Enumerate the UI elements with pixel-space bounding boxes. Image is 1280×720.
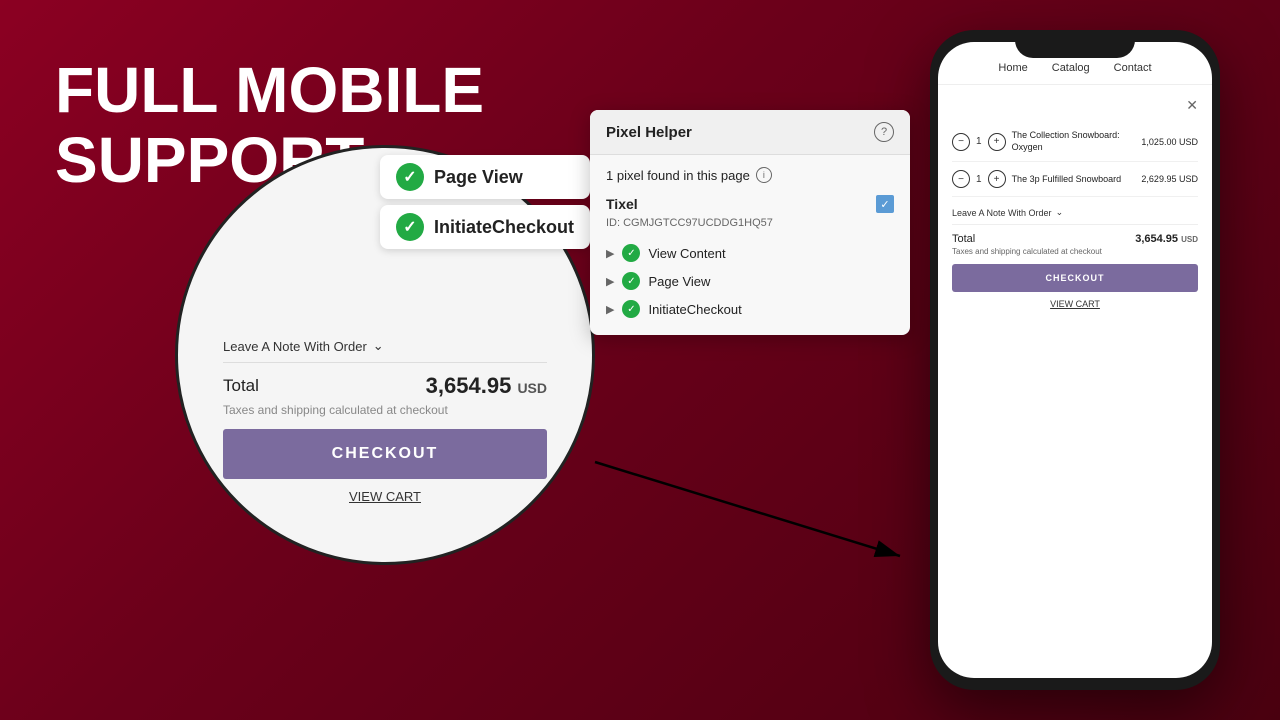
phone-screen: Home Catalog Contact ✕ − 1 + The Collect… (938, 42, 1212, 678)
pixel-info-icon[interactable]: i (756, 167, 772, 183)
circle-tax-note: Taxes and shipping calculated at checkou… (223, 403, 547, 417)
event-badge-label: InitiateCheckout (434, 217, 574, 238)
leave-note-text: Leave A Note With Order (952, 208, 1052, 218)
circle-view-cart[interactable]: VIEW CART (223, 479, 547, 514)
pixel-helper-title: Pixel Helper (606, 124, 692, 141)
phone-tax-note: Taxes and shipping calculated at checkou… (952, 247, 1198, 256)
cart-item: − 1 + The 3p Fulfilled Snowboard 2,629.9… (952, 162, 1198, 197)
phone-total-label: Total (952, 233, 975, 245)
tixel-row: Tixel ✓ (606, 195, 894, 213)
cart-item-price: 1,025.00 USD (1141, 137, 1198, 147)
event-badge-label: Page View (434, 167, 523, 188)
cart-item-price: 2,629.95 USD (1141, 174, 1198, 184)
check-icon: ✓ (396, 163, 424, 191)
phone-view-cart[interactable]: VIEW CART (952, 292, 1198, 316)
arrow-icon: ▶ (606, 247, 614, 260)
pixel-found-text: 1 pixel found in this page i (606, 167, 894, 183)
phone-close-bar: ✕ (952, 97, 1198, 114)
phone-nav-home[interactable]: Home (998, 62, 1027, 74)
arrow-icon: ▶ (606, 303, 614, 316)
tixel-name: Tixel (606, 196, 638, 212)
chevron-down-icon: ⌄ (373, 338, 384, 354)
circle-inner-content: Leave A Note With Order ⌄ Total 3,654.95… (175, 330, 595, 514)
pixel-event-row[interactable]: ▶ ✓ View Content (606, 239, 894, 267)
tixel-checkbox[interactable]: ✓ (876, 195, 894, 213)
event-name: Page View (648, 274, 710, 289)
event-check-icon: ✓ (622, 272, 640, 290)
heading-line1: FULL MOBILE (55, 55, 484, 125)
event-badge-pageview: ✓ Page View (380, 155, 590, 199)
qty-increase-btn[interactable]: + (988, 133, 1006, 151)
phone-total-row: Total 3,654.95 USD (952, 225, 1198, 247)
qty-control: − 1 + (952, 133, 1006, 151)
pixel-event-row[interactable]: ▶ ✓ Page View (606, 267, 894, 295)
chevron-down-icon: ⌄ (1056, 207, 1064, 218)
phone-nav-contact[interactable]: Contact (1114, 62, 1152, 74)
qty-decrease-btn[interactable]: − (952, 133, 970, 151)
event-check-icon: ✓ (622, 244, 640, 262)
cart-item-name: The Collection Snowboard: Oxygen (1012, 130, 1132, 153)
qty-control: − 1 + (952, 170, 1006, 188)
tixel-id: ID: CGMJGTCC97UCDDG1HQ57 (606, 217, 894, 229)
qty-increase-btn[interactable]: + (988, 170, 1006, 188)
qty-decrease-btn[interactable]: − (952, 170, 970, 188)
pixel-helper-help-icon[interactable]: ? (874, 122, 894, 142)
event-badge-initiatecheckout: ✓ InitiateCheckout (380, 205, 590, 249)
arrow-icon: ▶ (606, 275, 614, 288)
cart-item-left: − 1 + The 3p Fulfilled Snowboard (952, 170, 1121, 188)
phone-total-amount: 3,654.95 USD (1135, 233, 1198, 245)
pixel-helper-body: 1 pixel found in this page i Tixel ✓ ID:… (590, 155, 910, 335)
phone-nav-catalog[interactable]: Catalog (1052, 62, 1090, 74)
circle-total-label: Total (223, 376, 259, 396)
phone-leave-note[interactable]: Leave A Note With Order ⌄ (952, 197, 1198, 225)
event-check-icon: ✓ (622, 300, 640, 318)
circle-leave-note-text: Leave A Note With Order (223, 339, 367, 354)
phone-cart-content: ✕ − 1 + The Collection Snowboard: Oxygen… (938, 85, 1212, 328)
cart-item: − 1 + The Collection Snowboard: Oxygen 1… (952, 122, 1198, 162)
qty-number: 1 (976, 136, 982, 147)
phone-checkout-button[interactable]: CHECKOUT (952, 264, 1198, 292)
cart-item-left: − 1 + The Collection Snowboard: Oxygen (952, 130, 1132, 153)
pixel-event-row[interactable]: ▶ ✓ InitiateCheckout (606, 295, 894, 323)
pixel-helper-popup: Pixel Helper ? 1 pixel found in this pag… (590, 110, 910, 335)
phone-frame: Home Catalog Contact ✕ − 1 + The Collect… (930, 30, 1220, 690)
phone-close-button[interactable]: ✕ (1186, 97, 1198, 114)
circle-total-row: Total 3,654.95 USD (223, 363, 547, 403)
cart-item-name: The 3p Fulfilled Snowboard (1012, 174, 1122, 186)
event-name: View Content (648, 246, 725, 261)
circle-leave-note[interactable]: Leave A Note With Order ⌄ (223, 330, 547, 363)
event-name: InitiateCheckout (648, 302, 741, 317)
qty-number: 1 (976, 174, 982, 185)
circle-top-events: ✓ Page View ✓ InitiateCheckout (380, 155, 590, 249)
check-icon: ✓ (396, 213, 424, 241)
phone-notch (1015, 30, 1135, 58)
circle-total-amount: 3,654.95 USD (426, 373, 547, 399)
circle-checkout-button[interactable]: CHECKOUT (223, 429, 547, 479)
pixel-helper-header: Pixel Helper ? (590, 110, 910, 155)
